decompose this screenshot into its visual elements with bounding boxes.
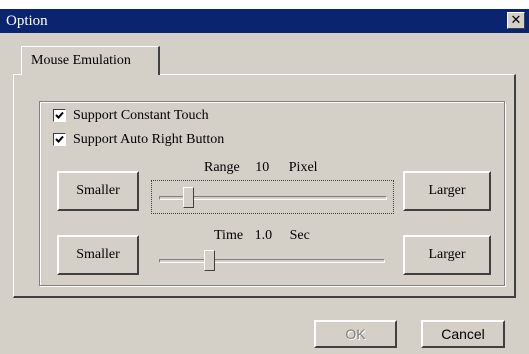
close-icon: ✕ xyxy=(510,13,522,28)
auto-right-label: Support Auto Right Button xyxy=(73,132,225,147)
time-smaller-button[interactable]: Smaller xyxy=(57,235,139,275)
time-readout: Time 1.0 Sec xyxy=(214,228,310,244)
time-value: 1.0 xyxy=(254,228,273,243)
time-slider-thumb[interactable] xyxy=(204,250,215,271)
title-bar[interactable]: Option ✕ xyxy=(0,9,529,33)
time-slider-track xyxy=(159,259,385,263)
checkmark-icon xyxy=(55,135,64,143)
auto-right-checkbox[interactable] xyxy=(53,133,66,146)
ok-button[interactable]: OK xyxy=(314,320,397,348)
constant-touch-checkbox[interactable] xyxy=(53,109,66,122)
time-label: Time xyxy=(214,228,244,243)
checkmark-icon xyxy=(55,111,64,119)
time-slider[interactable] xyxy=(159,244,387,278)
range-smaller-button[interactable]: Smaller xyxy=(57,171,139,211)
range-larger-button[interactable]: Larger xyxy=(403,171,491,211)
range-slider[interactable] xyxy=(151,180,394,214)
tab-mouse-emulation[interactable]: Mouse Emulation xyxy=(21,46,160,75)
close-button[interactable]: ✕ xyxy=(507,12,525,29)
range-label: Range xyxy=(204,160,240,175)
range-slider-thumb[interactable] xyxy=(183,187,194,208)
tab-label: Mouse Emulation xyxy=(31,53,131,68)
range-value: 10 xyxy=(255,160,270,175)
range-unit: Pixel xyxy=(288,160,318,175)
cancel-button[interactable]: Cancel xyxy=(421,320,505,348)
range-readout: Range 10 Pixel xyxy=(204,160,318,176)
constant-touch-label: Support Constant Touch xyxy=(73,108,209,123)
time-unit: Sec xyxy=(289,228,310,243)
time-larger-button[interactable]: Larger xyxy=(403,235,491,275)
window-title: Option xyxy=(6,13,48,29)
